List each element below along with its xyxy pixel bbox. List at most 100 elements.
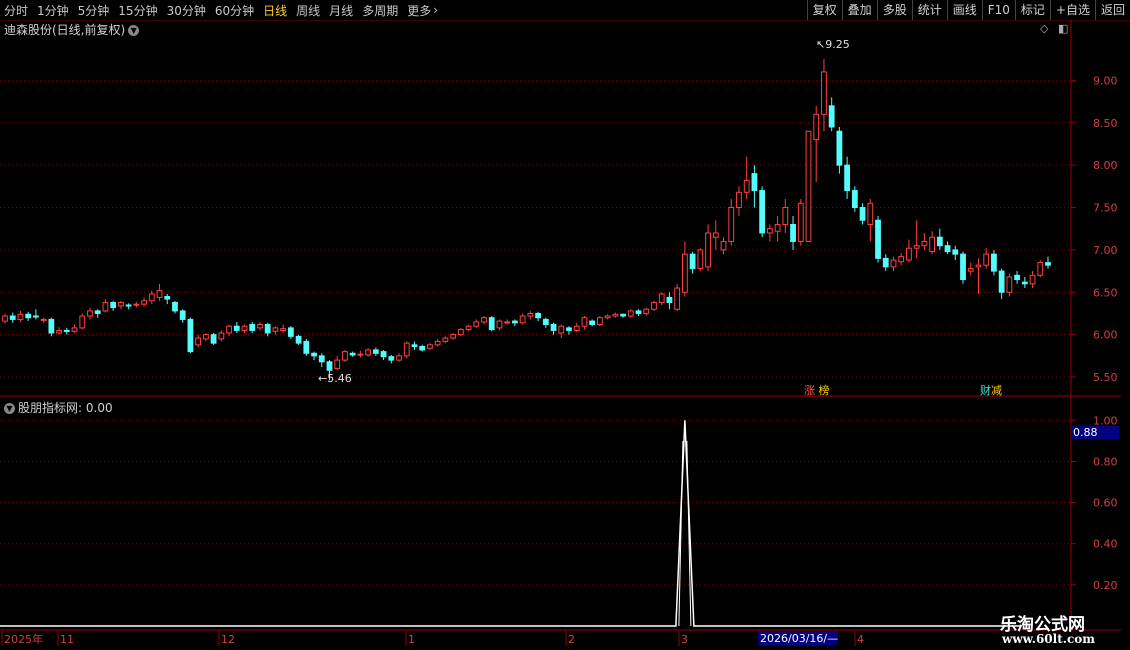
candle-body-down [851, 190, 858, 209]
date-label-4: 2 [568, 633, 575, 646]
candle-body-up [71, 327, 78, 332]
candle-body-down [25, 313, 32, 319]
candle-body-up [929, 236, 936, 253]
candle-body-down [689, 253, 696, 270]
candle-body-up [581, 317, 588, 327]
candle-body-up [396, 355, 402, 361]
candle-body-up [674, 287, 681, 310]
candle-body-down [287, 327, 294, 337]
price-tick-label-2: 8.00 [1093, 159, 1118, 172]
candle-body-up [527, 312, 534, 317]
candle-body-up [56, 329, 62, 334]
candle-body-up [983, 253, 990, 266]
candle-body-up [898, 256, 905, 263]
date-label-1: 11 [60, 633, 74, 646]
candle-body-up [651, 301, 657, 310]
candle-body-up [457, 329, 464, 336]
candle-body-down [419, 346, 426, 351]
side-strip [1121, 20, 1130, 620]
candle-body-up [79, 315, 86, 329]
candle-body-up [496, 320, 503, 329]
candle-body-up [342, 351, 348, 361]
candle-body-down [759, 190, 766, 234]
indicator-title: ▼ 股朋指标网: 0.00 [4, 399, 113, 416]
candle-body-up [867, 202, 874, 225]
candle-body-down [210, 334, 217, 344]
indicator-value: : 0.00 [78, 401, 113, 415]
candle-body-up [195, 337, 202, 346]
candle-body-up [712, 232, 719, 238]
indicator-tick-label-1: 0.80 [1093, 455, 1118, 468]
candle-body-up [102, 301, 109, 312]
candle-body-down [936, 236, 943, 247]
candle-body-up [148, 293, 155, 302]
candle-body-down [179, 310, 186, 320]
candle-body-down [172, 301, 178, 312]
price-tick-label-6: 6.00 [1093, 329, 1118, 342]
kline-chart[interactable]: 9.008.508.007.507.006.506.005.501.000.80… [0, 0, 1130, 650]
candle-body-up [705, 232, 711, 268]
candle-body-down [110, 301, 117, 309]
candle-body-down [542, 318, 549, 325]
candle-body-down [535, 312, 541, 319]
candle-body-down [550, 323, 557, 331]
candle-body-up [728, 207, 735, 242]
chevron-down-icon[interactable]: ▼ [4, 403, 15, 414]
candle-body-up [813, 113, 820, 141]
date-label-3: 1 [408, 633, 415, 646]
high-price-label: ↖9.25 [816, 38, 850, 51]
candle-body-down [1021, 281, 1028, 285]
candle-body-up [504, 321, 511, 324]
candle-body-down [512, 320, 518, 324]
candle-body-up [604, 315, 611, 319]
low-price-label: ←5.46 [318, 372, 352, 385]
candle-body-up [913, 245, 920, 249]
candle-body-up [805, 130, 812, 242]
candle-body-up [890, 259, 897, 268]
watermark-url: www.60lt.com [1002, 632, 1095, 646]
candle-body-up [87, 310, 93, 317]
candle-body-up [1037, 262, 1044, 276]
candle-body-up [365, 349, 372, 356]
candle-body-up [257, 323, 263, 329]
candle-body-up [17, 313, 24, 320]
candle-body-up [720, 240, 727, 251]
candle-body-down [380, 351, 387, 358]
candle-body-up [481, 317, 487, 323]
candle-body-up [156, 290, 163, 298]
candle-body-down [944, 245, 951, 253]
candle-body-down [991, 253, 997, 272]
tag-cai: 财 [980, 384, 991, 397]
price-tick-label-7: 5.50 [1093, 371, 1118, 384]
candle-body-down [125, 304, 132, 307]
candle-body-up [1006, 276, 1013, 293]
candle-body-up [272, 327, 279, 332]
indicator-cursor-value: 0.88 [1071, 426, 1119, 439]
candle-body-down [264, 323, 271, 334]
indicator-name: 股朋指标网 [18, 401, 79, 415]
candle-body-down [875, 219, 881, 259]
candle-body-up [743, 179, 750, 193]
event-tags-2[interactable]: 财减 [980, 382, 1002, 398]
date-label-0: 2025年 [4, 632, 43, 646]
candle-body-up [612, 313, 619, 317]
candle-body-up [117, 301, 124, 307]
price-tick-label-5: 6.50 [1093, 286, 1118, 299]
candle-body-down [790, 223, 796, 242]
candle-body-down [859, 207, 866, 221]
candle-body-down [836, 130, 843, 166]
indicator-line [0, 420, 1021, 627]
candle-body-up [821, 71, 827, 115]
candle-body-down [33, 315, 39, 318]
candle-body-up [427, 344, 433, 349]
candle-body-down [751, 173, 758, 192]
price-tick-label-3: 7.50 [1093, 202, 1118, 215]
watermark: 乐淘公式网 www.60lt.com [994, 608, 1124, 648]
candle-body-down [952, 249, 959, 255]
candle-body-up [141, 300, 147, 305]
candle-body-down [998, 270, 1005, 293]
event-tags-1[interactable]: 涨 榜 [804, 382, 830, 398]
candle-body-up [573, 325, 580, 331]
candle-body-down [311, 352, 317, 357]
candle-body-up [280, 328, 287, 331]
